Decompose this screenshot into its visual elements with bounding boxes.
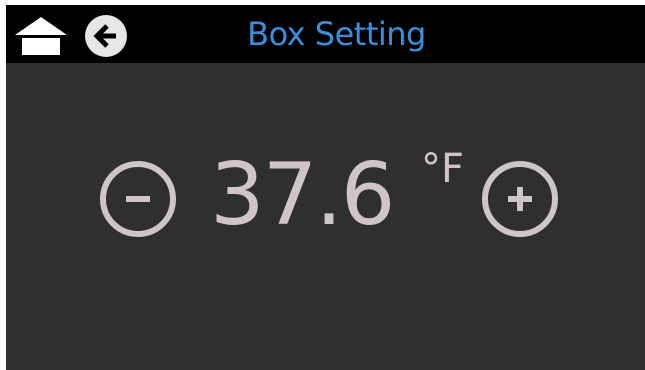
page-title: Box Setting bbox=[247, 15, 426, 53]
setpoint-unit: °F bbox=[421, 146, 465, 192]
setpoint-control: 37.6 °F bbox=[6, 145, 645, 245]
minus-circle-icon bbox=[100, 161, 176, 237]
plus-circle-icon bbox=[482, 161, 558, 237]
setpoint-value: 37.6 bbox=[210, 145, 395, 245]
top-bar: Box Setting bbox=[6, 5, 645, 63]
increase-button[interactable] bbox=[480, 159, 560, 239]
box-setting-screen: Box Setting 37.6 °F bbox=[6, 5, 645, 370]
decrease-button[interactable] bbox=[98, 159, 178, 239]
